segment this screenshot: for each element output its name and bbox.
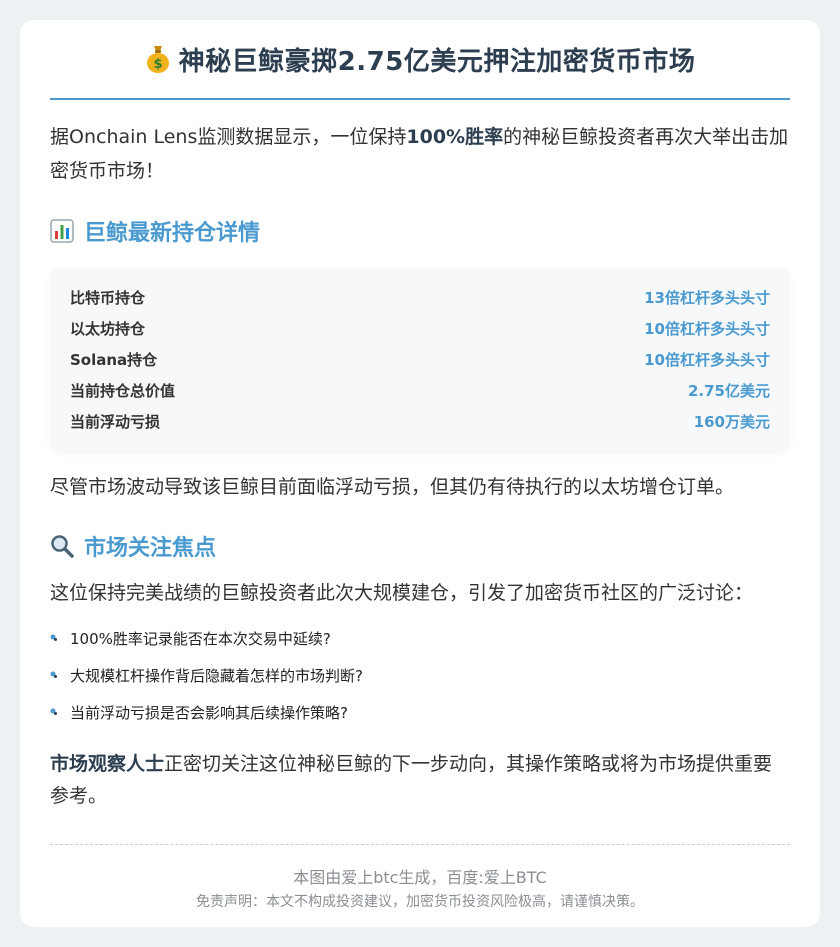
focus-intro-paragraph: 这位保持完美战绩的巨鲸投资者此次大规模建仓，引发了加密货币社区的广泛讨论： — [50, 582, 754, 604]
footer: 本图由爱上btc生成，百度:爱上BTC 免责声明：本文不构成投资建议，加密货币投… — [50, 865, 790, 913]
holding-label: 以太坊持仓 — [70, 320, 146, 338]
page-title: 神秘巨鲸豪掷2.75亿美元押注加密货币市场 — [178, 46, 696, 77]
bullet-dot-icon — [50, 671, 57, 678]
list-item: 100%胜率记录能否在本次交易中延续? — [50, 623, 790, 660]
holdings-panel: 比特币持仓 13倍杠杆多头头寸 以太坊持仓 10倍杠杆多头头寸 Solana持仓… — [50, 268, 790, 451]
focus-heading: 市场关注焦点 — [50, 531, 790, 561]
money-bag-icon: $ — [145, 44, 171, 74]
list-item-text: 当前浮动亏损是否会影响其后续操作策略? — [70, 704, 348, 722]
holding-value: 2.75亿美元 — [687, 382, 770, 400]
holding-label: 当前浮动亏损 — [70, 413, 161, 431]
holding-label: Solana持仓 — [70, 351, 158, 369]
holding-row: 以太坊持仓 10倍杠杆多头头寸 — [70, 313, 770, 344]
bullet-dot-icon — [50, 634, 57, 641]
focus-list: 100%胜率记录能否在本次交易中延续? 大规模杠杆操作背后隐藏着怎样的市场判断?… — [50, 623, 790, 734]
footer-divider — [50, 844, 790, 845]
list-item: 当前浮动亏损是否会影响其后续操作策略? — [50, 697, 790, 734]
holdings-heading: 巨鲸最新持仓详情 — [50, 216, 790, 246]
svg-text:$: $ — [153, 57, 162, 72]
intro-paragraph: 据Onchain Lens监测数据显示，一位保持100%胜率的神秘巨鲸投资者再次… — [50, 120, 790, 188]
holding-row: 比特币持仓 13倍杠杆多头头寸 — [70, 282, 770, 313]
holding-value: 13倍杠杆多头头寸 — [644, 289, 770, 307]
holding-value: 10倍杠杆多头头寸 — [644, 351, 770, 369]
intro-bold: 100%胜率 — [406, 126, 504, 148]
intro-prefix: 据Onchain Lens监测数据显示，一位保持 — [50, 126, 407, 148]
holding-label: 当前持仓总价值 — [70, 382, 176, 400]
after-holdings-paragraph: 尽管市场波动导致该巨鲸目前面临浮动亏损，但其仍有待执行的以太坊增仓订单。 — [50, 476, 735, 498]
article-card: $ 神秘巨鲸豪掷2.75亿美元押注加密货币市场 据Onchain Lens监测数… — [20, 20, 820, 927]
title-row: $ 神秘巨鲸豪掷2.75亿美元押注加密货币市场 — [50, 20, 790, 100]
magnifier-icon — [50, 534, 74, 558]
holdings-heading-label: 巨鲸最新持仓详情 — [84, 221, 261, 246]
bar-chart-icon — [50, 219, 74, 243]
closing-bold: 市场观察人士 — [50, 753, 165, 775]
focus-heading-label: 市场关注焦点 — [84, 536, 217, 561]
footer-credit: 本图由爱上btc生成，百度:爱上BTC — [293, 868, 547, 887]
holding-label: 比特币持仓 — [70, 289, 146, 307]
holding-row: 当前持仓总价值 2.75亿美元 — [70, 375, 770, 406]
list-item-text: 大规模杠杆操作背后隐藏着怎样的市场判断? — [70, 667, 363, 685]
holding-value: 160万美元 — [693, 413, 770, 431]
list-item-text: 100%胜率记录能否在本次交易中延续? — [70, 630, 331, 648]
closing-paragraph: 市场观察人士正密切关注这位神秘巨鲸的下一步动向，其操作策略或将为市场提供重要参考… — [50, 748, 790, 812]
bullet-dot-icon — [50, 708, 57, 715]
holding-row: 当前浮动亏损 160万美元 — [70, 406, 770, 437]
footer-disclaimer: 免责声明：本文不构成投资建议，加密货币投资风险极高，请谨慎决策。 — [196, 894, 644, 910]
list-item: 大规模杠杆操作背后隐藏着怎样的市场判断? — [50, 660, 790, 697]
holding-row: Solana持仓 10倍杠杆多头头寸 — [70, 344, 770, 375]
holding-value: 10倍杠杆多头头寸 — [644, 320, 770, 338]
